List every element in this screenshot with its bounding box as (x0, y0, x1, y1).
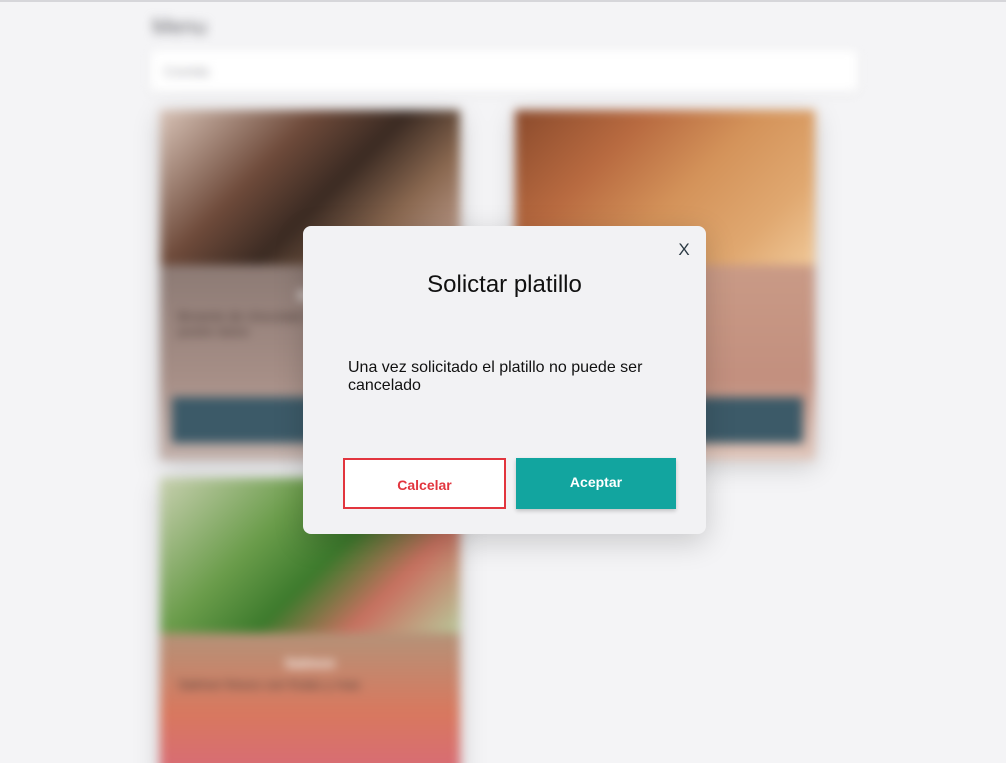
accept-button[interactable]: Aceptar (516, 458, 676, 509)
confirm-order-modal: X Solictar platillo Una vez solicitado e… (303, 226, 706, 534)
modal-message: Una vez solicitado el platillo no puede … (348, 359, 643, 394)
card-body: Salmon Salmon fresco con frutas y mas (160, 633, 460, 763)
search-input[interactable]: Comida (150, 50, 858, 92)
page-title: Menu (152, 14, 208, 39)
modal-title: Solictar platillo (427, 271, 582, 298)
card-name: Salmon (284, 655, 336, 671)
card-description: Salmon fresco con frutas y mas (178, 677, 361, 692)
page: Menu Comida Bro Brownie de chocolate con… (0, 0, 1006, 763)
cancel-button[interactable]: Calcelar (343, 458, 506, 509)
close-icon[interactable]: X (676, 240, 692, 260)
search-placeholder: Comida (164, 64, 209, 79)
